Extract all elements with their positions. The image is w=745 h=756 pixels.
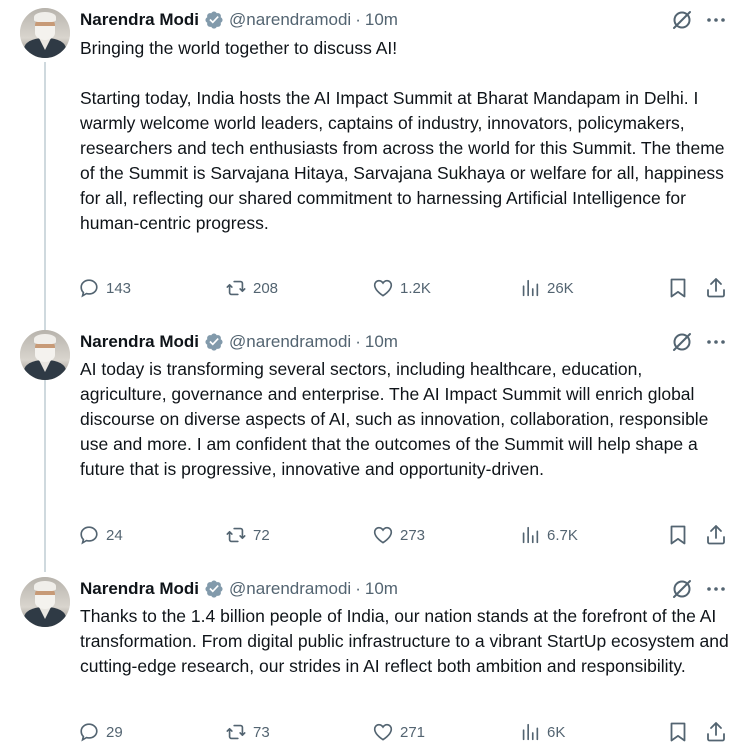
- tweet-header: Narendra Modi @narendramodi · 10m: [80, 331, 398, 353]
- grok-icon[interactable]: [670, 577, 694, 601]
- repost-icon: [226, 724, 246, 740]
- views-icon: [522, 723, 539, 741]
- views-button[interactable]: 6.7K: [519, 522, 578, 548]
- grok-icon[interactable]: [670, 8, 694, 32]
- more-icon[interactable]: [704, 577, 728, 601]
- thread-connector-line: [44, 62, 46, 572]
- views-button[interactable]: 6K: [519, 719, 565, 745]
- tweet-text: AI today is transforming several sectors…: [80, 359, 714, 479]
- like-count: 1.2K: [400, 279, 431, 297]
- tweet-actions: 29 73 271 6K: [78, 719, 738, 745]
- views-count: 6K: [547, 723, 566, 741]
- repost-icon: [226, 280, 246, 296]
- repost-button[interactable]: 73: [225, 719, 270, 745]
- like-button[interactable]: 273: [372, 522, 425, 548]
- separator: ·: [355, 332, 361, 351]
- tweet-actions: 143 208 1.2K 26K: [78, 275, 738, 301]
- separator: ·: [355, 10, 361, 29]
- reply-count: 143: [106, 279, 132, 297]
- timestamp[interactable]: 10m: [365, 579, 398, 599]
- like-count: 273: [400, 526, 426, 544]
- tweet-text: Bringing the world together to discuss A…: [80, 38, 725, 233]
- author-handle[interactable]: @narendramodi: [229, 10, 351, 30]
- bookmark-icon[interactable]: [666, 276, 690, 300]
- grok-icon[interactable]: [670, 330, 694, 354]
- author-handle[interactable]: @narendramodi: [229, 579, 351, 599]
- like-button[interactable]: 271: [372, 719, 425, 745]
- timestamp[interactable]: 10m: [365, 10, 398, 30]
- reply-count: 29: [106, 723, 123, 741]
- avatar[interactable]: [20, 330, 70, 380]
- like-icon: [373, 526, 393, 544]
- tweet-header: Narendra Modi @narendramodi · 10m: [80, 9, 398, 31]
- reply-button[interactable]: 143: [78, 275, 131, 301]
- share-icon[interactable]: [704, 523, 728, 547]
- like-icon: [373, 279, 393, 297]
- verified-badge-icon[interactable]: [204, 332, 224, 352]
- bookmark-icon[interactable]: [666, 523, 690, 547]
- share-icon[interactable]: [704, 276, 728, 300]
- repost-icon: [226, 527, 246, 543]
- reply-button[interactable]: 29: [78, 719, 123, 745]
- avatar[interactable]: [20, 577, 70, 627]
- bookmark-icon[interactable]: [666, 720, 690, 744]
- author-name[interactable]: Narendra Modi: [80, 332, 199, 352]
- separator: ·: [355, 579, 361, 598]
- repost-count: 208: [253, 279, 279, 297]
- avatar[interactable]: [20, 8, 70, 58]
- timestamp[interactable]: 10m: [365, 332, 398, 352]
- repost-button[interactable]: 72: [225, 522, 270, 548]
- author-name[interactable]: Narendra Modi: [80, 579, 199, 599]
- more-icon[interactable]: [704, 330, 728, 354]
- like-count: 271: [400, 723, 426, 741]
- views-count: 6.7K: [547, 526, 578, 544]
- verified-badge-icon[interactable]: [204, 579, 224, 599]
- tweet-actions: 24 72 273 6.7K: [78, 522, 738, 548]
- verified-badge-icon[interactable]: [204, 10, 224, 30]
- views-button[interactable]: 26K: [519, 275, 574, 301]
- reply-count: 24: [106, 526, 123, 544]
- tweet-header: Narendra Modi @narendramodi · 10m: [80, 578, 398, 600]
- tweet-text: Thanks to the 1.4 billion people of Indi…: [80, 606, 734, 676]
- author-handle[interactable]: @narendramodi: [229, 332, 351, 352]
- share-icon[interactable]: [704, 720, 728, 744]
- reply-icon: [80, 526, 98, 545]
- views-icon: [522, 526, 539, 544]
- author-name[interactable]: Narendra Modi: [80, 10, 199, 30]
- like-icon: [373, 723, 393, 741]
- reply-button[interactable]: 24: [78, 522, 123, 548]
- views-count: 26K: [547, 279, 574, 297]
- repost-count: 72: [253, 526, 270, 544]
- repost-button[interactable]: 208: [225, 275, 278, 301]
- reply-icon: [80, 723, 98, 742]
- reply-icon: [80, 279, 98, 298]
- repost-count: 73: [253, 723, 270, 741]
- more-icon[interactable]: [704, 8, 728, 32]
- like-button[interactable]: 1.2K: [372, 275, 431, 301]
- views-icon: [522, 279, 539, 297]
